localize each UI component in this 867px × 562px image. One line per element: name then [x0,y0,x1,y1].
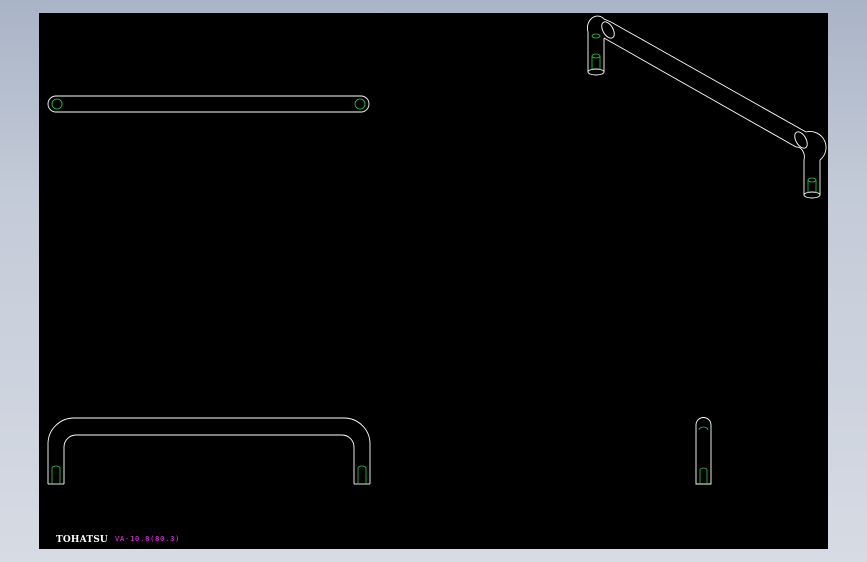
iso-insert-left [591,33,601,70]
top-view [47,95,370,113]
iso-insert-right [807,177,817,193]
threaded-insert-right [357,465,367,484]
front-view [47,417,371,485]
cad-drawing [47,15,827,485]
threaded-insert-left [51,465,61,484]
isometric-view [587,15,827,199]
side-view [695,417,712,485]
mount-hole-right [354,98,366,110]
part-number-label: VA-10.8(80.3) [115,535,181,543]
brand-label: TOHATSU [56,535,108,545]
mount-hole-left [51,98,63,110]
